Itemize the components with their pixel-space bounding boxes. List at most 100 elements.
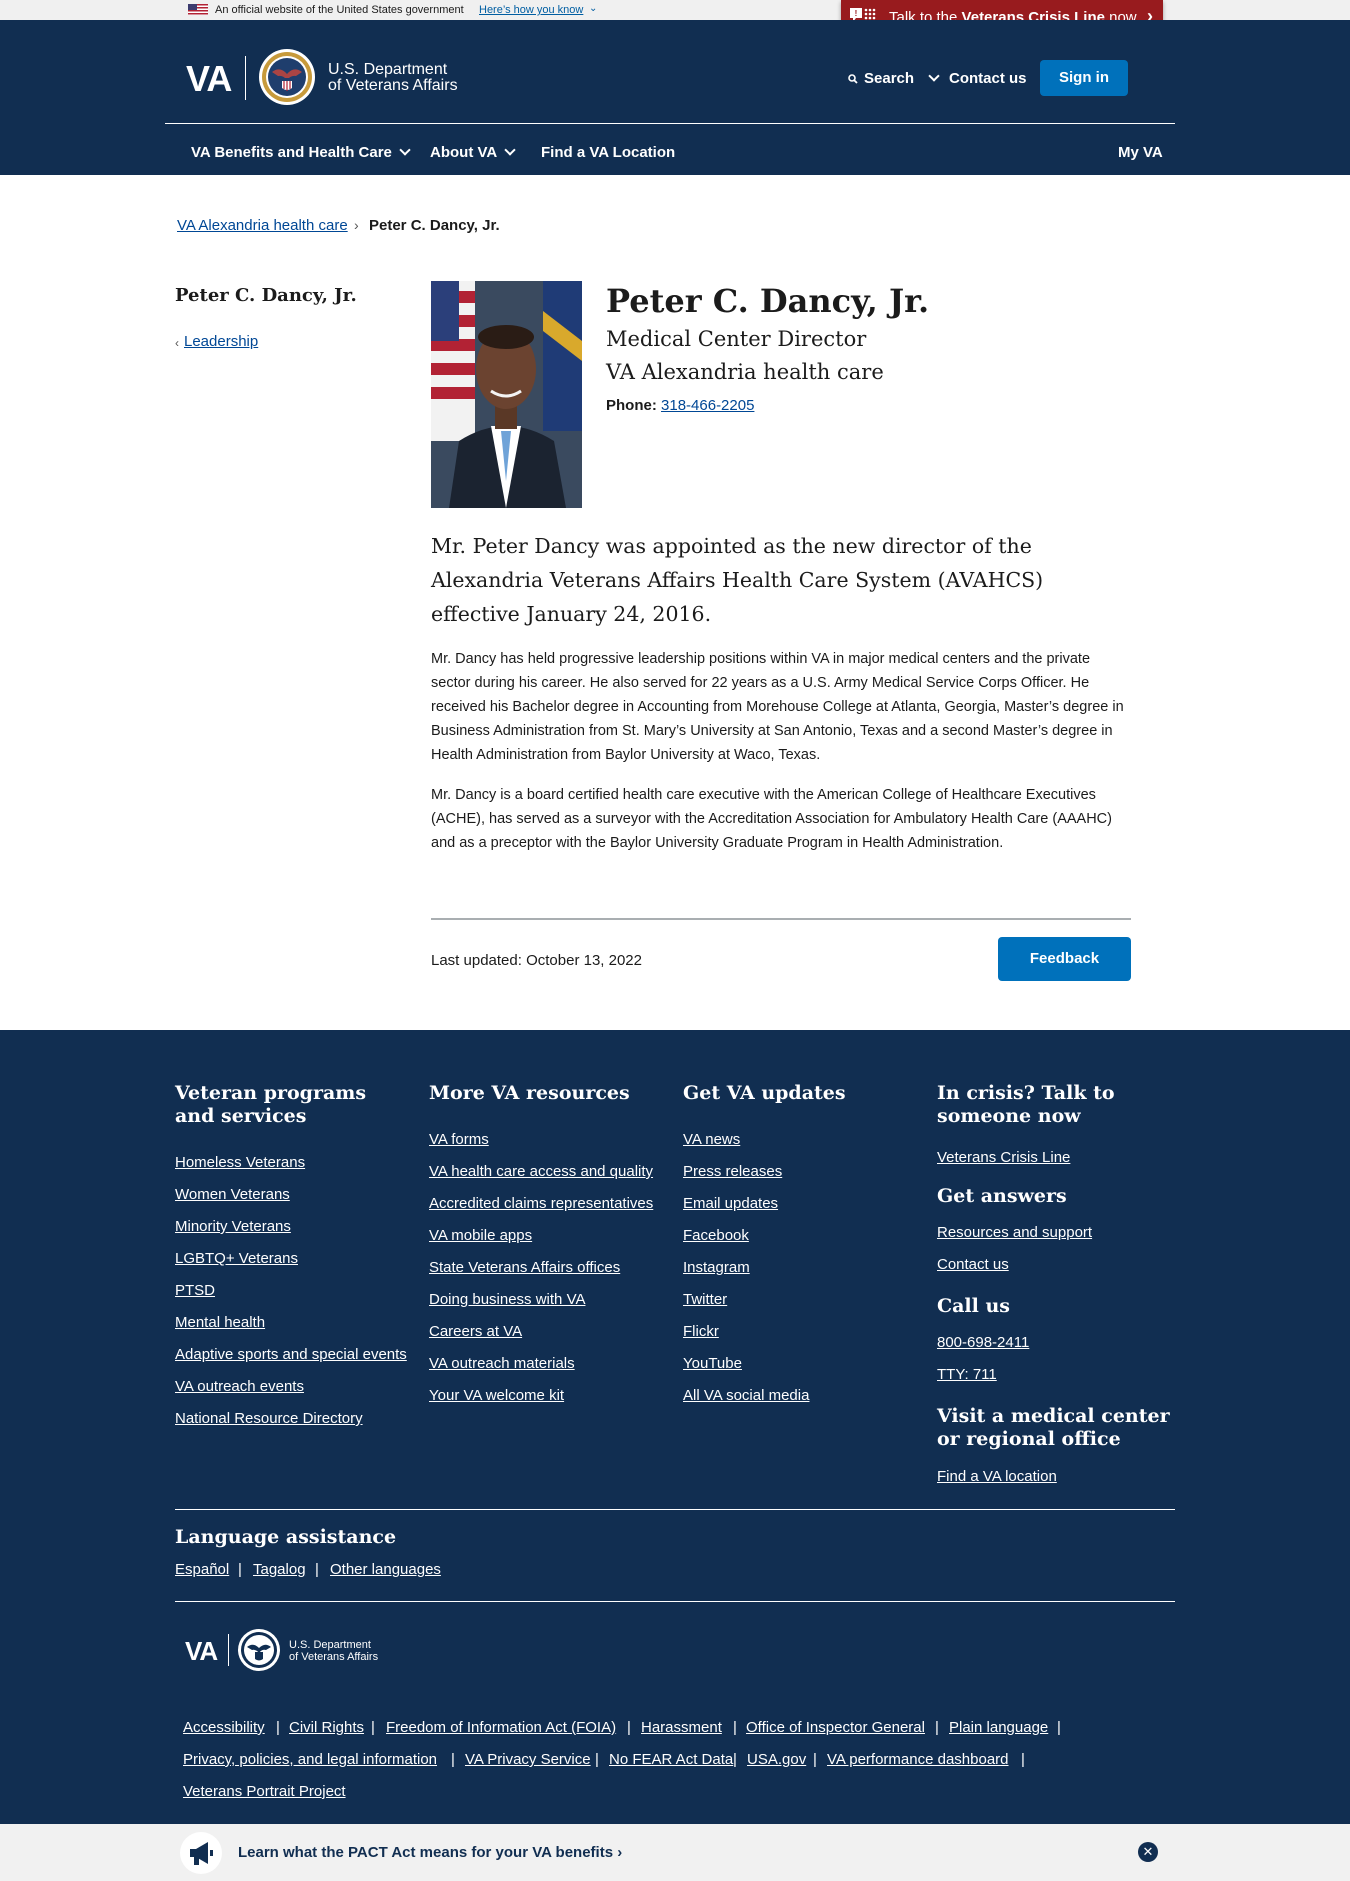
footer-link-minority-veterans[interactable]: Minority Veterans [175,1218,291,1235]
chevron-down-icon [399,144,411,156]
bio-paragraph-1: Mr. Dancy has held progressive leadershi… [431,651,1124,763]
footer-col1-heading: Veteran programs and services [175,1082,367,1127]
pact-act-banner: Learn what the PACT Act means for your V… [0,1824,1350,1881]
site-footer: Veteran programs and services Homeless V… [0,1030,1350,1824]
footer-link-va-news[interactable]: VA news [683,1131,740,1148]
chevron-down-icon [504,144,516,156]
footer-link-foia[interactable]: Freedom of Information Act (FOIA) [386,1719,616,1736]
nav-my-va[interactable]: My VA [1118,144,1163,161]
footer-answers-heading: Get answers [937,1185,1067,1207]
heres-how-you-know-link[interactable]: Here’s how you know [479,4,583,16]
search-button[interactable]: Search [848,70,940,87]
footer-link-harassment[interactable]: Harassment [641,1719,722,1736]
search-icon [848,73,858,84]
nav-benefits-label: VA Benefits and Health Care [191,144,392,161]
footer-link-homeless-veterans[interactable]: Homeless Veterans [175,1154,305,1171]
footer-dept-name: U.S. Department of Veterans Affairs [289,1639,378,1663]
nav-about-va[interactable]: About VA [430,144,516,161]
footer-link-state-offices[interactable]: State Veterans Affairs offices [429,1259,620,1276]
footer-link-lgbtq-veterans[interactable]: LGBTQ+ Veterans [175,1250,298,1267]
footer-link-press-releases[interactable]: Press releases [683,1163,782,1180]
separator: | [1057,1719,1061,1736]
footer-link-welcome-kit[interactable]: Your VA welcome kit [429,1387,564,1404]
footer-link-email-updates[interactable]: Email updates [683,1195,778,1212]
va-logo[interactable]: VA [186,58,232,100]
separator: | [813,1751,817,1768]
footer-link-accessibility[interactable]: Accessibility [183,1719,265,1736]
phone-label: Phone: [606,397,657,414]
footer-link-facebook[interactable]: Facebook [683,1227,749,1244]
footer-link-tty[interactable]: TTY: 711 [937,1366,997,1383]
separator: | [276,1719,280,1736]
footer-col2-heading: More VA resources [429,1082,630,1104]
footer-link-espanol[interactable]: Español [175,1561,229,1578]
separator: | [238,1561,242,1578]
logo-divider [228,1634,229,1666]
feedback-button[interactable]: Feedback [998,937,1131,981]
footer-link-other-languages[interactable]: Other languages [330,1561,441,1578]
footer-link-inspector-general[interactable]: Office of Inspector General [746,1719,925,1736]
footer-link-privacy-policies[interactable]: Privacy, policies, and legal information [183,1751,437,1768]
footer-link-health-care-access[interactable]: VA health care access and quality [429,1163,653,1180]
footer-link-va-outreach-events[interactable]: VA outreach events [175,1378,304,1395]
footer-link-mental-health[interactable]: Mental health [175,1314,265,1331]
footer-link-careers[interactable]: Careers at VA [429,1323,522,1340]
us-flag-icon [188,4,208,15]
footer-link-civil-rights[interactable]: Civil Rights [289,1719,364,1736]
va-seal-icon [259,49,315,105]
footer-va-wordmark: VA [185,1636,218,1666]
breadcrumb-separator-icon: › [354,217,359,233]
footer-link-phone[interactable]: 800-698-2411 [937,1334,1029,1351]
footer-col3-heading: Get VA updates [683,1082,846,1104]
portrait-photo [431,281,582,508]
footer-link-va-mobile-apps[interactable]: VA mobile apps [429,1227,532,1244]
breadcrumb-parent-link[interactable]: VA Alexandria health care [177,217,348,234]
separator: | [935,1719,939,1736]
contact-us-link[interactable]: Contact us [949,70,1027,87]
footer-link-accredited-claims[interactable]: Accredited claims representatives [429,1195,653,1212]
footer-link-contact-us[interactable]: Contact us [937,1256,1009,1273]
chevron-left-icon: ‹ [175,336,179,350]
footer-link-resources-support[interactable]: Resources and support [937,1224,1092,1241]
footer-link-ptsd[interactable]: PTSD [175,1282,215,1299]
footer-call-heading: Call us [937,1295,1010,1317]
phone-link[interactable]: 318-466-2205 [661,397,754,414]
footer-link-portrait-project[interactable]: Veterans Portrait Project [183,1783,346,1800]
sign-in-button[interactable]: Sign in [1040,60,1128,96]
chevron-right-icon: › [617,1844,623,1861]
footer-link-adaptive-sports[interactable]: Adaptive sports and special events [175,1346,407,1363]
footer-link-doing-business[interactable]: Doing business with VA [429,1291,585,1308]
footer-divider [175,1601,1175,1602]
close-icon[interactable]: ✕ [1138,1842,1158,1862]
footer-link-flickr[interactable]: Flickr [683,1323,719,1340]
footer-divider [175,1509,1175,1510]
search-label: Search [864,70,915,87]
chevron-down-icon: ⌄ [589,3,598,14]
footer-link-women-veterans[interactable]: Women Veterans [175,1186,290,1203]
nav-find-va-location[interactable]: Find a VA Location [541,144,675,161]
footer-link-find-location[interactable]: Find a VA location [937,1468,1057,1485]
nav-benefits-and-health-care[interactable]: VA Benefits and Health Care [191,144,411,161]
footer-link-plain-language[interactable]: Plain language [949,1719,1048,1736]
footer-link-usa-gov[interactable]: USA.gov [747,1751,806,1768]
pact-act-link[interactable]: Learn what the PACT Act means for your V… [238,1844,622,1861]
footer-link-instagram[interactable]: Instagram [683,1259,750,1276]
chevron-down-icon [928,70,940,82]
footer-link-va-privacy-service[interactable]: VA Privacy Service [465,1751,591,1768]
footer-link-outreach-materials[interactable]: VA outreach materials [429,1355,575,1372]
footer-link-no-fear-act[interactable]: No FEAR Act Data [609,1751,733,1768]
footer-link-twitter[interactable]: Twitter [683,1291,727,1308]
footer-va-logo[interactable]: VA U.S. Department of Veterans Affairs [185,1628,385,1674]
footer-link-va-forms[interactable]: VA forms [429,1131,489,1148]
last-updated: Last updated: October 13, 2022 [431,952,642,969]
footer-link-national-resource-directory[interactable]: National Resource Directory [175,1410,363,1427]
footer-link-veterans-crisis-line[interactable]: Veterans Crisis Line [937,1149,1070,1166]
footer-link-youtube[interactable]: YouTube [683,1355,742,1372]
dept-line-2: of Veterans Affairs [328,77,458,94]
site-header: VA U.S. Department of Veterans Affairs S… [0,20,1350,175]
logo-divider [245,56,246,100]
footer-link-tagalog[interactable]: Tagalog [253,1561,306,1578]
footer-link-all-social-media[interactable]: All VA social media [683,1387,809,1404]
footer-link-performance-dashboard[interactable]: VA performance dashboard [827,1751,1009,1768]
sidenav-leadership-link[interactable]: Leadership [184,333,258,350]
